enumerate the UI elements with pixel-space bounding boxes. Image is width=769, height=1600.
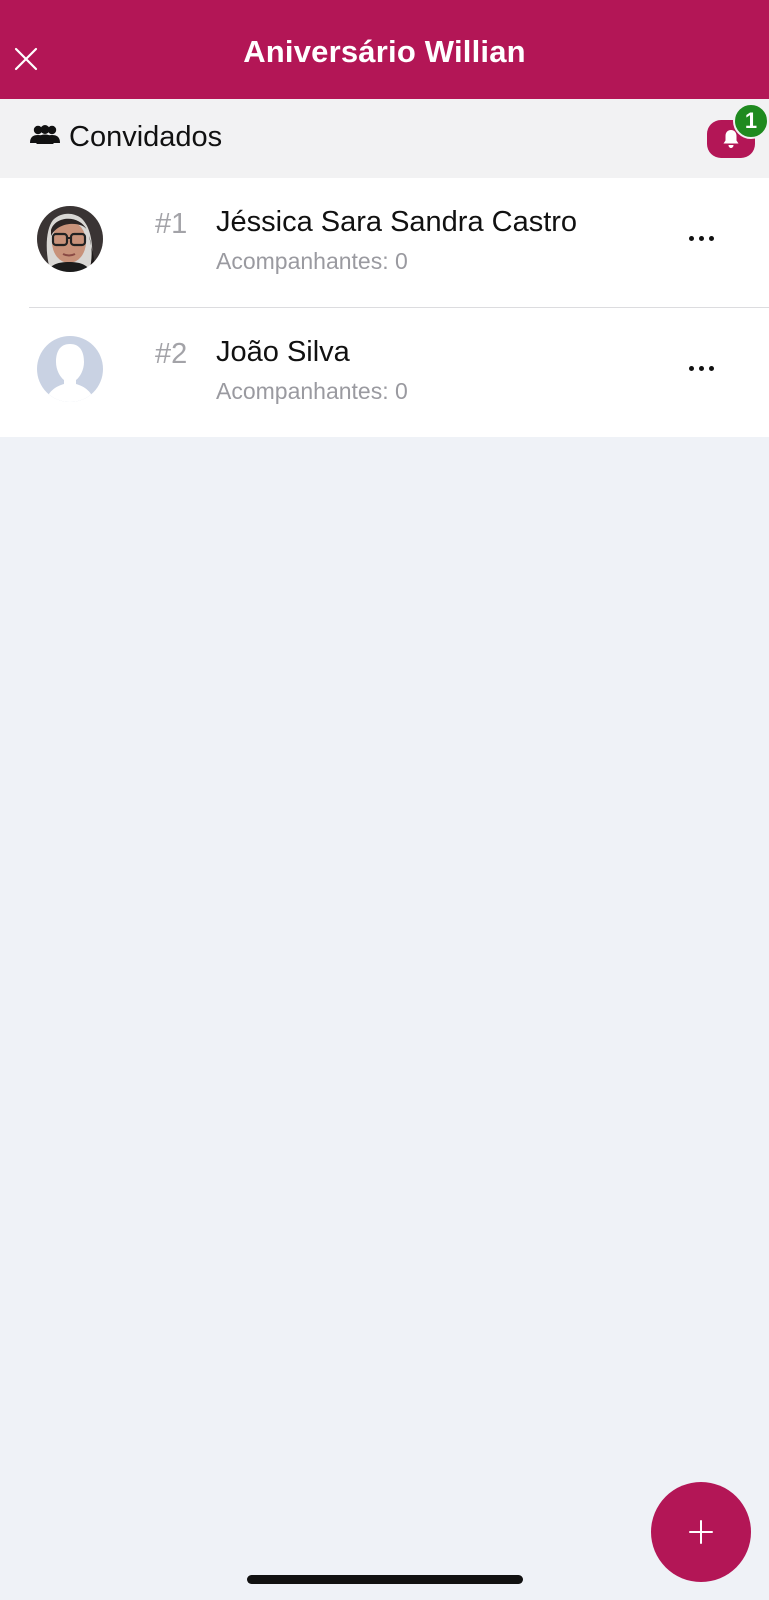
people-icon [30,125,60,144]
guest-index: #2 [155,338,188,370]
guest-list-item[interactable]: #2 João Silva Acompanhantes: 0 [0,308,769,437]
add-guest-button[interactable] [651,1482,751,1582]
more-dot [698,235,704,241]
home-indicator [247,1575,523,1584]
page-title: Aniversário Willian [243,33,526,69]
guest-options-button[interactable] [680,218,722,258]
guest-list-item[interactable]: #1 Jéssica Sara Sandra Castro Acompanhan… [0,178,769,308]
more-dot [698,365,704,371]
guest-name: João Silva [216,336,350,368]
close-icon [14,47,38,71]
notification-count-badge: 1 [733,103,769,139]
more-horizontal-icon [688,235,694,241]
guest-companions: Acompanhantes: 0 [216,378,408,404]
section-header: Convidados [0,99,769,178]
guest-photo [37,206,103,272]
plus-icon [689,1520,713,1544]
placeholder-avatar-icon [37,336,103,402]
guest-index: #1 [155,208,188,240]
more-horizontal-icon [688,365,694,371]
guest-companions: Acompanhantes: 0 [216,248,408,274]
guest-options-button[interactable] [680,348,722,388]
more-dot [708,235,714,241]
guest-name: Jéssica Sara Sandra Castro [216,206,578,238]
avatar [37,336,103,402]
section-title: Convidados [69,121,223,153]
top-app-bar: Aniversário Willian [0,0,769,99]
guest-list: #1 Jéssica Sara Sandra Castro Acompanhan… [0,178,769,437]
app-screen: Aniversário Willian Convidados 1 #1 Jéss… [0,0,769,1600]
more-dot [708,365,714,371]
avatar [37,206,103,272]
close-button[interactable] [6,39,46,79]
